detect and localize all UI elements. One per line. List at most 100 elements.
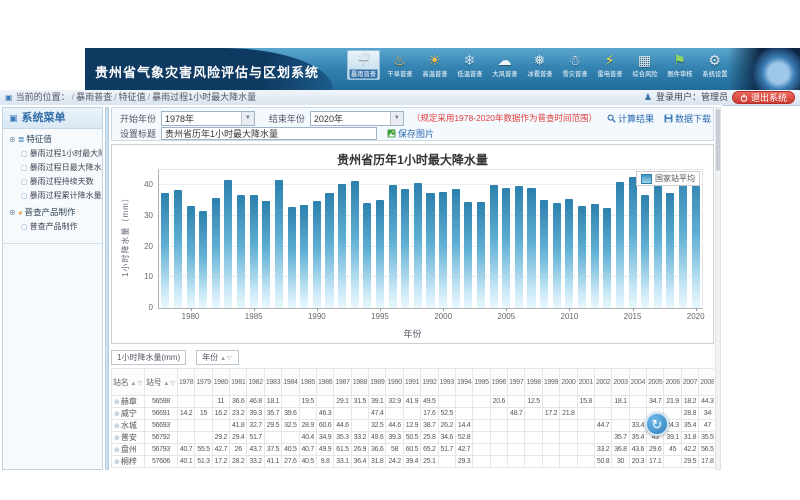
nav-item-wrench[interactable]: ⚙系统设置 <box>699 50 730 79</box>
nav-item-drought[interactable]: ♨干旱普查 <box>384 50 415 79</box>
sort-icons[interactable]: ▲▽ <box>220 356 233 362</box>
value-cell: 45 <box>664 444 681 456</box>
value-cell: 9.8 <box>316 456 333 468</box>
chevron-down-icon: ▼ <box>241 112 254 125</box>
refresh-float-button[interactable]: ↻ <box>645 412 669 436</box>
station-name-cell[interactable]: ⊕威宁 <box>112 408 145 420</box>
table-row: ⊕赫章565981136.646.818.119.529.131.539.132… <box>112 396 715 408</box>
logout-button[interactable]: 退出系统 <box>732 91 795 104</box>
save-image-link[interactable]: 保存图片 <box>387 127 434 140</box>
column-header-year: 1999 <box>542 369 559 396</box>
year-filter[interactable]: 年份▲▽ <box>196 350 239 365</box>
breadcrumb-item[interactable]: 暴雨普查 <box>76 92 112 102</box>
end-year-select[interactable]: 2020年▼ <box>310 111 404 126</box>
chart-bar <box>174 190 182 308</box>
y-tick-label: 40 <box>129 180 153 189</box>
breadcrumb-item[interactable]: 暴雨过程1小时最大降水量 <box>152 92 256 102</box>
column-header-year: 1983 <box>264 369 281 396</box>
value-cell: 35.7 <box>264 408 281 420</box>
column-header-station[interactable]: 站名▲▽ <box>112 369 145 396</box>
station-name: 赫章 <box>121 397 137 406</box>
data-table-wrap[interactable]: 站名▲▽站号▲▽19781979198019811982198319841985… <box>111 368 714 470</box>
station-name-cell[interactable]: ⊕盘州 <box>112 444 145 456</box>
x-tick-mark <box>633 308 634 311</box>
expander-icon[interactable]: ⊕ <box>9 135 16 144</box>
breadcrumb-item[interactable]: 特征值 <box>119 92 146 102</box>
sort-icons[interactable]: ▲▽ <box>163 381 176 387</box>
nav-item-hail[interactable]: ❅冰雹普查 <box>524 50 555 79</box>
nav-item-cold[interactable]: ❄低温普查 <box>454 50 485 79</box>
value-cell: 25.1 <box>421 456 438 468</box>
chart-bar <box>288 207 296 309</box>
station-id-cell: 57606 <box>144 456 177 468</box>
sidebar-title: ▣系统菜单 <box>3 108 102 129</box>
sidebar-splitter[interactable] <box>105 107 109 470</box>
row-expander-icon[interactable]: ⊕ <box>114 399 120 406</box>
scrollbar-thumb[interactable] <box>716 109 720 171</box>
pie-icon: ◕ <box>18 208 23 217</box>
column-header-id[interactable]: 站号▲▽ <box>144 369 177 396</box>
nav-item-wind[interactable]: ☁大风普查 <box>489 50 520 79</box>
column-header-year: 1992 <box>421 369 438 396</box>
nav-item-snow[interactable]: ☃雪灾普查 <box>559 50 590 79</box>
value-cell <box>490 432 507 444</box>
value-cell: 34.7 <box>647 396 664 408</box>
value-cell: 23.2 <box>230 408 247 420</box>
nav-item-calculator[interactable]: ▦综合风险 <box>629 50 660 79</box>
nav-item-lightning[interactable]: ⚡雷电普查 <box>594 50 625 79</box>
sidebar-item[interactable]: ▢普查产品制作 <box>3 219 102 233</box>
x-tick-mark <box>443 308 444 311</box>
value-cell: 52.5 <box>438 408 455 420</box>
sidebar-group-1[interactable]: ⊕≣特征值 <box>3 129 102 146</box>
download-link[interactable]: 数据下载 <box>664 112 711 125</box>
table-header-row: 站名▲▽站号▲▽19781979198019811982198319841985… <box>112 369 715 396</box>
row-expander-icon[interactable]: ⊕ <box>114 423 120 430</box>
row-expander-icon[interactable]: ⊕ <box>114 459 120 466</box>
chart-bar <box>338 184 346 308</box>
calculate-link[interactable]: 计算结果 <box>607 112 654 125</box>
sidebar-item-label: 暴雨过程1小时最大降水量 <box>30 149 102 158</box>
chart-bar <box>477 202 485 308</box>
value-cell: 35.3 <box>334 432 351 444</box>
document-icon: ▢ <box>21 179 28 186</box>
row-expander-icon[interactable]: ⊕ <box>114 411 120 418</box>
value-cell: 51.7 <box>438 444 455 456</box>
value-cell: 50.5 <box>403 432 420 444</box>
nav-item-heat[interactable]: ☀高温普查 <box>419 50 450 79</box>
chart-bar <box>275 180 283 308</box>
station-name: 威宁 <box>121 409 137 418</box>
sidebar-group-2[interactable]: ⊕◕普查产品制作 <box>3 202 102 219</box>
column-header-year: 1979 <box>195 369 212 396</box>
chart-bar <box>502 188 510 308</box>
value-cell <box>525 408 542 420</box>
station-id-cell: 56792 <box>144 432 177 444</box>
value-cell: 21.8 <box>560 408 577 420</box>
sidebar-item[interactable]: ▢暴雨过程1小时最大降水量 <box>3 146 102 160</box>
query-panel: 开始年份 1978年▼ 结束年份 2020年▼ （规定采用1978-2020年数… <box>111 107 714 141</box>
sidebar-item[interactable]: ▢暴雨过程累计降水量 <box>3 188 102 202</box>
value-cell <box>351 408 368 420</box>
chart-title-input[interactable] <box>161 127 377 140</box>
sidebar-item[interactable]: ▢暴雨过程日最大降水量 <box>3 160 102 174</box>
expander-icon[interactable]: ⊕ <box>9 208 16 217</box>
chart-bar <box>376 200 384 308</box>
nav-item-rain[interactable]: ☔暴雨普查 <box>347 50 380 80</box>
nav-item-map[interactable]: ⚑图件审核 <box>664 50 695 79</box>
vertical-scrollbar[interactable] <box>715 107 721 470</box>
station-name-cell[interactable]: ⊕水城 <box>112 420 145 432</box>
station-name-cell[interactable]: ⊕桐梓 <box>112 456 145 468</box>
row-expander-icon[interactable]: ⊕ <box>114 447 120 454</box>
sidebar-item[interactable]: ▢暴雨过程持续天数 <box>3 174 102 188</box>
row-expander-icon[interactable]: ⊕ <box>114 435 120 442</box>
nav-item-label: 雪灾普查 <box>562 70 587 79</box>
start-year-select[interactable]: 1978年▼ <box>161 111 255 126</box>
station-name-cell[interactable]: ⊕普安 <box>112 432 145 444</box>
page: 贵州省气象灾害风险评估与区划系统 ☔暴雨普查♨干旱普查☀高温普查❄低温普查☁大风… <box>0 0 800 500</box>
station-name-cell[interactable]: ⊕赫章 <box>112 396 145 408</box>
wrench-icon: ⚙ <box>708 51 721 69</box>
sort-icons[interactable]: ▲▽ <box>130 381 143 387</box>
chart-legend[interactable]: 国家站平均 <box>636 171 700 186</box>
value-cell <box>282 432 299 444</box>
value-cell <box>490 444 507 456</box>
chart-bar <box>325 193 333 308</box>
